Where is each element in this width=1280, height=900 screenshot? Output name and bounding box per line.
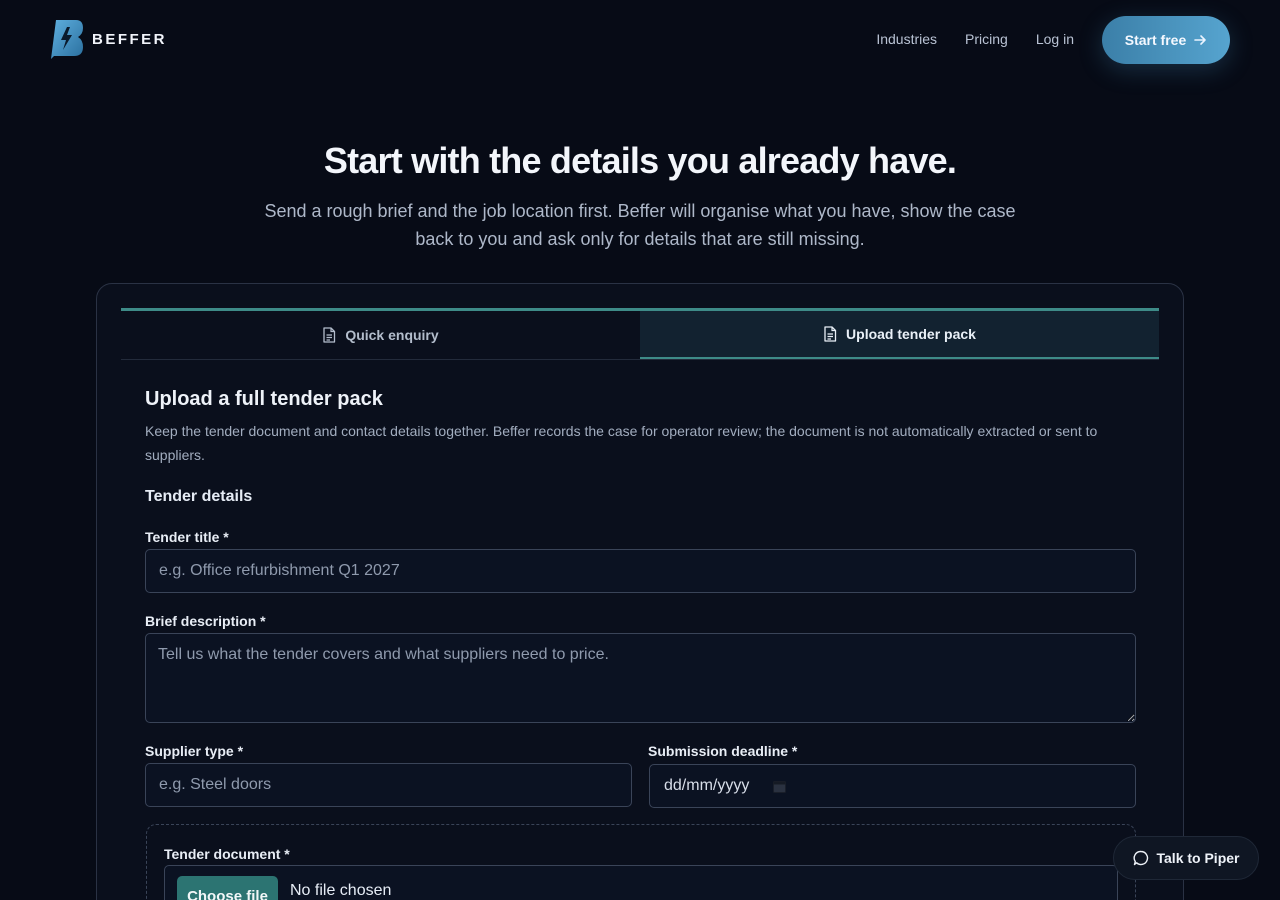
- chat-bubble-icon: [1133, 850, 1148, 866]
- nav-links: Industries Pricing Log in: [876, 31, 1074, 47]
- tab-upload-tender-pack-label: Upload tender pack: [846, 326, 976, 342]
- tender-details-heading: Tender details: [145, 488, 253, 505]
- nav-link-login[interactable]: Log in: [1036, 31, 1074, 47]
- supplier-type-input[interactable]: [145, 763, 632, 807]
- tender-title-label: Tender title *: [145, 529, 229, 545]
- top-nav: BEFFER Industries Pricing Log in Start f…: [0, 0, 1280, 80]
- brand-name: BEFFER: [92, 30, 167, 48]
- tender-document-dropzone: Tender document * Choose file No file ch…: [146, 824, 1136, 900]
- tab-quick-enquiry[interactable]: Quick enquiry: [121, 311, 640, 359]
- start-free-label: Start free: [1124, 32, 1187, 48]
- hero-title: Start with the details you already have.: [323, 140, 957, 181]
- submission-deadline-input[interactable]: dd/mm/yyyy: [649, 764, 1136, 808]
- tender-document-file-input[interactable]: Choose file No file chosen: [164, 865, 1118, 900]
- document-icon: [323, 327, 336, 343]
- submission-deadline-label: Submission deadline *: [648, 743, 798, 759]
- date-placeholder: dd/mm/yyyy: [664, 777, 750, 794]
- talk-to-piper-button[interactable]: Talk to Piper: [1113, 836, 1259, 880]
- brief-description-textarea[interactable]: [145, 633, 1136, 723]
- tab-upload-tender-pack[interactable]: Upload tender pack: [640, 311, 1159, 359]
- document-icon: [824, 326, 837, 342]
- arrow-right-icon: [1194, 35, 1207, 45]
- file-status: No file chosen: [290, 882, 392, 899]
- hero-subtitle: Send a rough brief and the job location …: [264, 201, 1016, 249]
- enquiry-tabs: Quick enquiry Upload tender pack: [121, 308, 1159, 360]
- tender-title-input[interactable]: [145, 549, 1136, 593]
- nav-link-industries[interactable]: Industries: [876, 31, 937, 47]
- choose-file-button[interactable]: Choose file: [177, 876, 278, 900]
- logo-mark-icon: [51, 20, 83, 59]
- calendar-icon[interactable]: [773, 780, 787, 793]
- tab-quick-enquiry-label: Quick enquiry: [345, 327, 439, 343]
- tender-document-label: Tender document *: [164, 846, 290, 862]
- enquiry-card: Quick enquiry Upload tender pack Upload …: [96, 283, 1184, 900]
- talk-to-piper-label: Talk to Piper: [1156, 850, 1240, 866]
- nav-link-pricing[interactable]: Pricing: [965, 31, 1008, 47]
- start-free-button[interactable]: Start free: [1102, 16, 1230, 64]
- supplier-type-label: Supplier type *: [145, 743, 244, 759]
- brief-description-label: Brief description *: [145, 613, 266, 629]
- form-title: Upload a full tender pack: [145, 388, 383, 410]
- form-description: Keep the tender document and contact det…: [145, 423, 1098, 463]
- brand-logo[interactable]: BEFFER: [50, 18, 167, 60]
